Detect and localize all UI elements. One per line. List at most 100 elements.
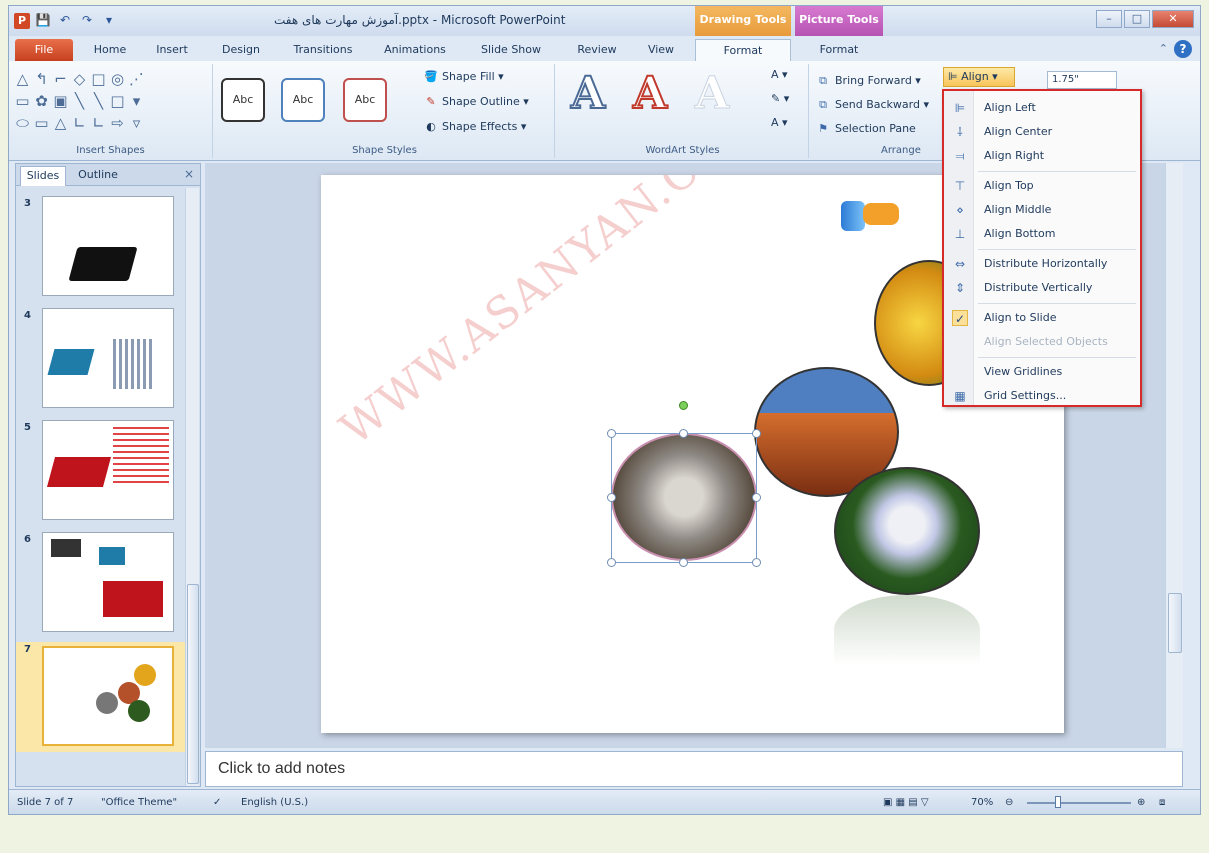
selection-pane-button[interactable]: ⚑ Selection Pane — [815, 122, 916, 135]
tab-format-picture[interactable]: Format — [795, 39, 883, 61]
tab-design[interactable]: Design — [213, 39, 269, 61]
shape-style-black[interactable]: Abc — [221, 78, 265, 122]
resize-handle[interactable] — [607, 429, 616, 438]
tab-home[interactable]: Home — [85, 39, 135, 61]
diamond-shape-icon[interactable]: ◇ — [70, 68, 89, 90]
powerpoint-app-icon[interactable]: P — [14, 13, 30, 29]
oval-shape-icon[interactable]: ⬭ — [13, 112, 32, 134]
spell-check-icon[interactable]: ✓ — [213, 797, 221, 808]
zoom-slider[interactable] — [1027, 802, 1131, 804]
send-backward-button[interactable]: ⧉ Send Backward ▾ — [815, 98, 929, 112]
menu-distribute-horizontally[interactable]: ⇔ Distribute Horizontally — [944, 253, 1140, 275]
shapes-gallery[interactable]: △ ↰ ⌐ ◇ □ ◎ ⋰ ▭ ✿ ▣ ╲ ╲ □ ▾ ⬭ ▭ △ ∟ ∟ ⇨ — [13, 68, 146, 134]
text-effects-icon[interactable]: A ▾ — [771, 116, 788, 129]
redo-icon[interactable]: ↷ — [79, 12, 95, 28]
resize-handle[interactable] — [607, 493, 616, 502]
tab-file[interactable]: File — [15, 39, 73, 61]
scrollbar-thumb[interactable] — [187, 584, 199, 784]
l-shape-icon[interactable]: ∟ — [70, 112, 89, 134]
zoom-level[interactable]: 70% — [971, 797, 993, 808]
expand-shapes-icon[interactable]: ▿ — [127, 112, 146, 134]
diag-shape-icon[interactable]: ╲ — [89, 90, 108, 112]
triangle-shape-icon[interactable]: △ — [13, 68, 32, 90]
square-shape-icon[interactable]: □ — [108, 90, 127, 112]
resize-handle[interactable] — [607, 558, 616, 567]
zoom-in-icon[interactable]: ⊕ — [1137, 797, 1145, 808]
menu-align-left[interactable]: ⊫ Align Left — [944, 97, 1140, 119]
circle-shape-icon[interactable]: ◎ — [108, 68, 127, 90]
tab-transitions[interactable]: Transitions — [285, 39, 361, 61]
fit-slide-icon[interactable]: ⧈ — [1159, 797, 1165, 808]
slide-thumbnail[interactable]: 6 — [16, 532, 186, 642]
close-pane-icon[interactable]: × — [184, 167, 194, 181]
shape-fill-button[interactable]: 🪣 Shape Fill ▾ — [423, 70, 504, 83]
zoom-slider-knob[interactable] — [1055, 796, 1061, 808]
resize-handle[interactable] — [752, 558, 761, 567]
minimize-ribbon-icon[interactable]: ⌃ — [1159, 42, 1168, 55]
help-icon[interactable]: ? — [1174, 40, 1192, 58]
resize-handle[interactable] — [752, 493, 761, 502]
align-button[interactable]: ⊫ Align ▾ — [943, 67, 1015, 87]
line-shape-icon[interactable]: ╲ — [70, 90, 89, 112]
slide-vertical-scrollbar[interactable] — [1165, 163, 1183, 748]
customize-qat-icon[interactable]: ▾ — [101, 12, 117, 28]
shape-outline-button[interactable]: ✎ Shape Outline ▾ — [423, 95, 528, 108]
bracket-shape-icon[interactable]: ⌐ — [51, 68, 70, 90]
minimize-button[interactable]: – — [1096, 10, 1122, 28]
scrollbar-thumb[interactable] — [1168, 593, 1182, 653]
shape-style-red[interactable]: Abc — [343, 78, 387, 122]
slide-thumbnail[interactable]: 4 — [16, 308, 186, 418]
resize-handle[interactable] — [679, 429, 688, 438]
bring-forward-button[interactable]: ⧉ Bring Forward ▾ — [815, 74, 921, 88]
save-icon[interactable]: 💾 — [35, 12, 51, 28]
tri2-shape-icon[interactable]: △ — [51, 112, 70, 134]
wordart-style-outline[interactable]: A — [570, 67, 606, 120]
image-shape-icon[interactable]: ▣ — [51, 90, 70, 112]
gear-shape-icon[interactable]: ✿ — [32, 90, 51, 112]
menu-align-to-slide[interactable]: ✓ Align to Slide — [944, 307, 1140, 329]
tab-outline[interactable]: Outline — [70, 166, 126, 186]
l2-shape-icon[interactable]: ∟ — [89, 112, 108, 134]
slide-thumbnail[interactable]: 5 — [16, 420, 186, 530]
text-shape-icon[interactable]: ↰ — [32, 68, 51, 90]
shape-style-blue[interactable]: Abc — [281, 78, 325, 122]
shape-effects-button[interactable]: ◐ Shape Effects ▾ — [423, 120, 526, 133]
menu-align-right[interactable]: ⫤ Align Right — [944, 145, 1140, 167]
tab-review[interactable]: Review — [569, 39, 625, 61]
rounded-rect-shape-icon[interactable]: ▭ — [13, 90, 32, 112]
menu-grid-settings[interactable]: ▦ Grid Settings... — [944, 385, 1140, 407]
zoom-out-icon[interactable]: ⊖ — [1005, 797, 1013, 808]
language-indicator[interactable]: English (U.S.) — [241, 797, 308, 808]
slides-pane-scrollbar[interactable] — [185, 188, 199, 786]
resize-handle[interactable] — [679, 558, 688, 567]
menu-align-middle[interactable]: ⋄ Align Middle — [944, 199, 1140, 221]
menu-align-center[interactable]: ⸸ Align Center — [944, 121, 1140, 143]
shape-height-input[interactable]: 1.75" — [1047, 71, 1117, 89]
edit-shape-icon[interactable]: ⋰ — [127, 68, 146, 90]
tab-insert[interactable]: Insert — [147, 39, 197, 61]
undo-icon[interactable]: ↶ — [57, 12, 73, 28]
wordart-style-light[interactable]: A — [694, 68, 729, 120]
view-buttons[interactable]: ▣ ▦ ▤ ▽ — [883, 797, 929, 808]
tab-slides[interactable]: Slides — [20, 166, 66, 186]
rect-shape-icon[interactable]: □ — [89, 68, 108, 90]
tab-format-drawing[interactable]: Format — [695, 39, 791, 61]
arrow-shape-icon[interactable]: ⇨ — [108, 112, 127, 134]
notes-pane[interactable]: Click to add notes — [205, 751, 1183, 787]
slide-thumbnail[interactable]: 3 — [16, 196, 186, 306]
tab-view[interactable]: View — [639, 39, 683, 61]
rotate-handle[interactable] — [679, 401, 688, 410]
tab-slide-show[interactable]: Slide Show — [473, 39, 549, 61]
menu-view-gridlines[interactable]: View Gridlines — [944, 361, 1140, 383]
tab-animations[interactable]: Animations — [377, 39, 453, 61]
resize-handle[interactable] — [752, 429, 761, 438]
maximize-button[interactable]: □ — [1124, 10, 1150, 28]
wordart-style-red[interactable]: A — [632, 67, 668, 120]
text-fill-icon[interactable]: A ▾ — [771, 68, 788, 81]
more-shapes-icon[interactable]: ▾ — [127, 90, 146, 112]
rect2-shape-icon[interactable]: ▭ — [32, 112, 51, 134]
menu-distribute-vertically[interactable]: ⇕ Distribute Vertically — [944, 277, 1140, 299]
slide-thumbnail-selected[interactable]: 7 — [16, 642, 186, 752]
hydrangea-image[interactable] — [834, 467, 980, 595]
close-button[interactable]: ✕ — [1152, 10, 1194, 28]
